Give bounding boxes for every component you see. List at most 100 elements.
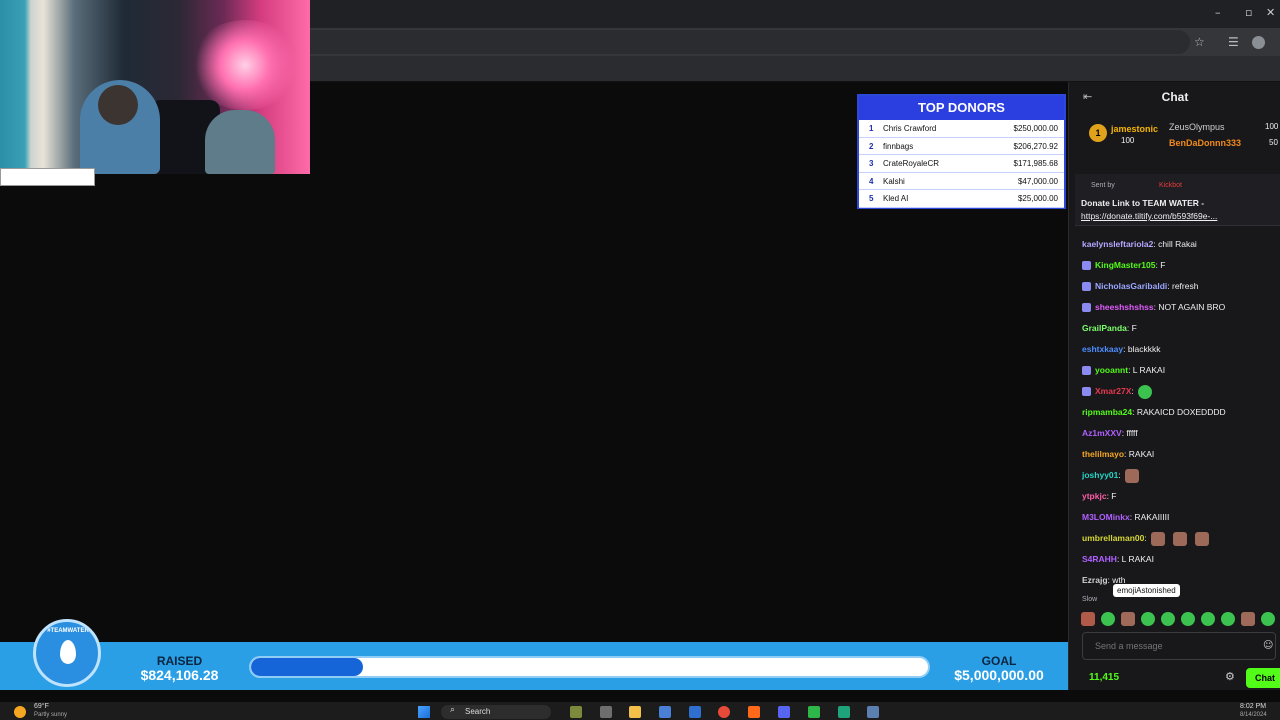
task-view-icon[interactable] xyxy=(600,706,612,718)
logo-text: #TEAMWATER xyxy=(47,628,89,634)
chat-username[interactable]: ytpkjc xyxy=(1082,491,1107,501)
maximize-icon[interactable]: ▫ xyxy=(1245,6,1252,19)
chat-username[interactable]: kaelynsleftariola2 xyxy=(1082,239,1153,249)
chat-emote-icon xyxy=(1194,531,1209,546)
clock-date[interactable]: 8/14/2024 xyxy=(1240,712,1267,718)
chat-message: GrailPanda: F xyxy=(1069,318,1280,339)
leader-first-points: 100 xyxy=(1121,136,1135,145)
emote-picker-icon[interactable]: ☺ xyxy=(1263,640,1273,651)
chat-badge-icon xyxy=(1082,261,1091,271)
chat-message: umbrellaman00: xyxy=(1069,528,1280,549)
chat-username[interactable]: eshtxkaay xyxy=(1082,344,1123,354)
clock-time[interactable]: 8:02 PM xyxy=(1240,703,1266,710)
taskbar-app-icon[interactable] xyxy=(570,706,582,718)
chat-username[interactable]: KingMaster105 xyxy=(1095,260,1155,270)
chat-text: : L RAKAI xyxy=(1116,554,1154,564)
weather-description[interactable]: Partly sunny xyxy=(34,712,67,718)
pinned-message: Sent by Kickbot Donate Link to TEAM WATE… xyxy=(1075,174,1280,226)
chat-username[interactable]: Ezrajg xyxy=(1082,575,1108,585)
chat-text: : xyxy=(1131,386,1134,396)
top-donors-panel: TOP DONORS 1 Chris Crawford $250,000.00 … xyxy=(857,94,1066,209)
donor-amount: $47,000.00 xyxy=(1017,176,1058,186)
chat-username[interactable]: Az1mXXV xyxy=(1082,428,1122,438)
chat-username[interactable]: NicholasGaribaldi xyxy=(1095,281,1167,291)
donor-rank: 5 xyxy=(869,194,874,204)
chat-emote-icon xyxy=(1150,531,1165,546)
weather-sun-icon[interactable] xyxy=(14,706,26,718)
leader-third-name[interactable]: BenDaDonnn333 xyxy=(1169,138,1241,148)
xbox-icon[interactable] xyxy=(808,706,820,718)
soundcloud-icon[interactable] xyxy=(748,706,760,718)
windows-start-icon[interactable] xyxy=(418,706,430,718)
chat-message: ripmamba24: RAKAICD DOXEDDDD xyxy=(1069,402,1280,423)
chat-text: : refresh xyxy=(1167,281,1199,291)
profile-avatar[interactable] xyxy=(1252,36,1265,49)
chat-message: S4RAHH: L RAKAI xyxy=(1069,549,1280,570)
chat-username[interactable]: ripmamba24 xyxy=(1082,407,1132,417)
chat-username[interactable]: yooannt xyxy=(1095,365,1128,375)
donate-link[interactable]: https://donate.tiltify.com/b593f69e-... xyxy=(1081,211,1271,221)
discord-icon[interactable] xyxy=(778,706,790,718)
leader-first-name[interactable]: jamestonic xyxy=(1111,124,1158,134)
goal-value: $5,000,000.00 xyxy=(954,667,1044,683)
chat-message: yooannt: L RAKAI xyxy=(1069,360,1280,381)
minimize-icon[interactable]: – xyxy=(1215,6,1221,19)
taskbar-search[interactable]: Search xyxy=(441,705,551,719)
donor-rank: 3 xyxy=(869,159,874,169)
chat-username[interactable]: sheeshshshss xyxy=(1095,302,1154,312)
donor-amount: $206,270.92 xyxy=(1013,141,1059,151)
emote-button[interactable] xyxy=(1101,612,1115,626)
slow-mode-indicator: Slow xyxy=(1082,596,1098,603)
chat-username[interactable]: umbrellaman00 xyxy=(1082,533,1144,543)
emote-button[interactable] xyxy=(1081,612,1095,626)
fundraiser-progress-fill xyxy=(251,658,363,676)
emote-tray xyxy=(1081,612,1280,628)
chat-text: : L RAKAI xyxy=(1128,365,1166,375)
bookmark-star-icon[interactable]: ☆ xyxy=(1194,35,1205,49)
chat-text: : RAKAIIIII xyxy=(1129,512,1170,522)
chat-message: kaelynsleftariola2: chill Rakai xyxy=(1069,234,1280,255)
chat-username[interactable]: joshyy01 xyxy=(1082,470,1118,480)
chat-text: : xyxy=(1118,470,1121,480)
extensions-icon[interactable]: ☰ xyxy=(1228,35,1239,49)
taskbar-app-icon[interactable] xyxy=(838,706,850,718)
close-icon[interactable]: ✕ xyxy=(1266,6,1275,19)
emote-button[interactable] xyxy=(1201,612,1215,626)
emote-button[interactable] xyxy=(1261,612,1275,626)
emote-tooltip: emojiAstonished xyxy=(1113,584,1180,597)
webcam-head xyxy=(98,85,138,125)
weather-temperature[interactable]: 69°F xyxy=(34,703,49,710)
chat-username[interactable]: GrailPanda xyxy=(1082,323,1127,333)
pinned-sender[interactable]: Kickbot xyxy=(1159,182,1182,189)
chat-text: : RAKAI xyxy=(1124,449,1155,459)
chat-username[interactable]: M3LOMinkx xyxy=(1082,512,1130,522)
emote-button[interactable] xyxy=(1181,612,1195,626)
chrome-icon[interactable] xyxy=(718,706,730,718)
file-explorer-icon[interactable] xyxy=(629,706,641,718)
chat-leaderboard: 1 jamestonic 100 ZeusOlympus 100 BenDaDo… xyxy=(1069,116,1280,156)
outlook-icon[interactable] xyxy=(689,706,701,718)
channel-points[interactable]: 11,415 xyxy=(1089,672,1119,683)
chat-username[interactable]: Xmar27X xyxy=(1095,386,1131,396)
chat-username[interactable]: thelilmayo xyxy=(1082,449,1124,459)
leader-second-name[interactable]: ZeusOlympus xyxy=(1169,122,1225,132)
emote-button[interactable] xyxy=(1141,612,1155,626)
emote-button[interactable] xyxy=(1241,612,1255,626)
emote-button[interactable] xyxy=(1161,612,1175,626)
chat-text: : chill Rakai xyxy=(1153,239,1197,249)
chat-message-input[interactable] xyxy=(1082,632,1276,660)
emote-button[interactable] xyxy=(1121,612,1135,626)
address-bar[interactable] xyxy=(300,30,1190,54)
chat-username[interactable]: S4RAHH xyxy=(1082,554,1117,564)
chat-badge-icon xyxy=(1082,303,1091,313)
settings-app-icon[interactable] xyxy=(867,706,879,718)
chat-send-button[interactable]: Chat xyxy=(1246,668,1280,688)
raised-label: RAISED xyxy=(156,654,203,668)
chat-emote-icon xyxy=(1137,384,1152,399)
store-icon[interactable] xyxy=(659,706,671,718)
emote-button[interactable] xyxy=(1221,612,1235,626)
donor-name: finnbags xyxy=(883,141,914,151)
raised-value: $824,106.28 xyxy=(140,667,219,683)
chat-settings-gear-icon[interactable]: ⚙ xyxy=(1225,670,1235,683)
chat-message: sheeshshshss: NOT AGAIN BRO xyxy=(1069,297,1280,318)
